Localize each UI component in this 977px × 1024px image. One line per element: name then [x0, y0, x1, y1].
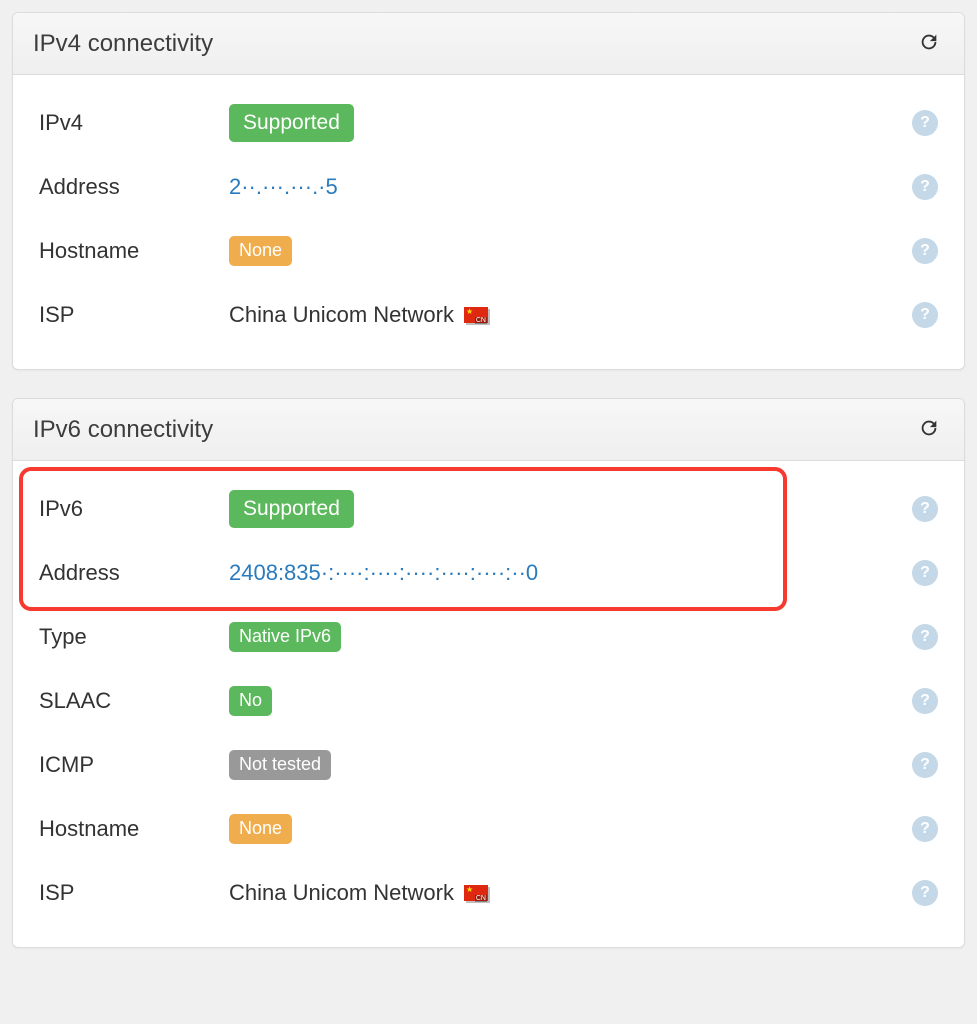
ipv4-status-label: IPv4 — [39, 110, 229, 136]
ipv6-icmp-label: ICMP — [39, 752, 229, 778]
help-icon[interactable]: ? — [912, 816, 938, 842]
help-icon[interactable]: ? — [912, 174, 938, 200]
ipv6-slaac-badge: No — [229, 686, 272, 716]
ipv6-type-label: Type — [39, 624, 229, 650]
help-icon[interactable]: ? — [912, 560, 938, 586]
flag-cn-icon — [464, 885, 488, 901]
ipv6-hostname-badge: None — [229, 814, 292, 844]
ipv6-status-badge: Supported — [229, 490, 354, 527]
ipv4-address-label: Address — [39, 174, 229, 200]
ipv6-hostname-label: Hostname — [39, 816, 229, 842]
ipv6-title: IPv6 connectivity — [33, 416, 213, 444]
ipv6-icmp-row: ICMP Not tested ? — [39, 733, 938, 797]
ipv4-hostname-label: Hostname — [39, 238, 229, 264]
ipv6-isp-text: China Unicom Network — [229, 880, 454, 906]
flag-cn-icon — [464, 307, 488, 323]
help-icon[interactable]: ? — [912, 302, 938, 328]
help-icon[interactable]: ? — [912, 238, 938, 264]
ipv6-address-link[interactable]: 2408:835·:····:····:····:····:····:··0 — [229, 560, 538, 586]
help-icon[interactable]: ? — [912, 880, 938, 906]
ipv6-panel: IPv6 connectivity IPv6 Supported ? Addre… — [12, 398, 965, 948]
ipv6-slaac-label: SLAAC — [39, 688, 229, 714]
ipv6-icmp-badge: Not tested — [229, 750, 331, 780]
ipv4-address-link[interactable]: 2··.···.···.·5 — [229, 174, 338, 200]
refresh-icon — [918, 427, 940, 442]
ipv4-hostname-badge: None — [229, 236, 292, 266]
ipv4-refresh-button[interactable] — [914, 27, 944, 60]
ipv4-status-badge: Supported — [229, 104, 354, 141]
ipv4-address-row: Address 2··.···.···.·5 ? — [39, 155, 938, 219]
ipv4-isp-row: ISP China Unicom Network ? — [39, 283, 938, 347]
help-icon[interactable]: ? — [912, 624, 938, 650]
ipv6-body: IPv6 Supported ? Address 2408:835·:····:… — [13, 461, 964, 947]
help-icon[interactable]: ? — [912, 688, 938, 714]
ipv6-type-badge: Native IPv6 — [229, 622, 341, 652]
ipv6-isp-row: ISP China Unicom Network ? — [39, 861, 938, 925]
ipv6-panel-heading: IPv6 connectivity — [13, 399, 964, 461]
help-icon[interactable]: ? — [912, 496, 938, 522]
ipv6-refresh-button[interactable] — [914, 413, 944, 446]
ipv6-status-row: IPv6 Supported ? — [39, 477, 938, 541]
help-icon[interactable]: ? — [912, 110, 938, 136]
ipv4-isp-text: China Unicom Network — [229, 302, 454, 328]
ipv4-hostname-row: Hostname None ? — [39, 219, 938, 283]
ipv4-title: IPv4 connectivity — [33, 30, 213, 58]
ipv4-status-row: IPv4 Supported ? — [39, 91, 938, 155]
ipv6-hostname-row: Hostname None ? — [39, 797, 938, 861]
help-icon[interactable]: ? — [912, 752, 938, 778]
ipv6-address-label: Address — [39, 560, 229, 586]
ipv6-type-row: Type Native IPv6 ? — [39, 605, 938, 669]
ipv4-panel-heading: IPv4 connectivity — [13, 13, 964, 75]
ipv4-panel: IPv4 connectivity IPv4 Supported ? Addre… — [12, 12, 965, 370]
ipv4-isp-label: ISP — [39, 302, 229, 328]
refresh-icon — [918, 41, 940, 56]
ipv6-isp-label: ISP — [39, 880, 229, 906]
ipv4-body: IPv4 Supported ? Address 2··.···.···.·5 … — [13, 75, 964, 369]
ipv6-address-row: Address 2408:835·:····:····:····:····:··… — [39, 541, 938, 605]
ipv6-status-label: IPv6 — [39, 496, 229, 522]
ipv6-slaac-row: SLAAC No ? — [39, 669, 938, 733]
